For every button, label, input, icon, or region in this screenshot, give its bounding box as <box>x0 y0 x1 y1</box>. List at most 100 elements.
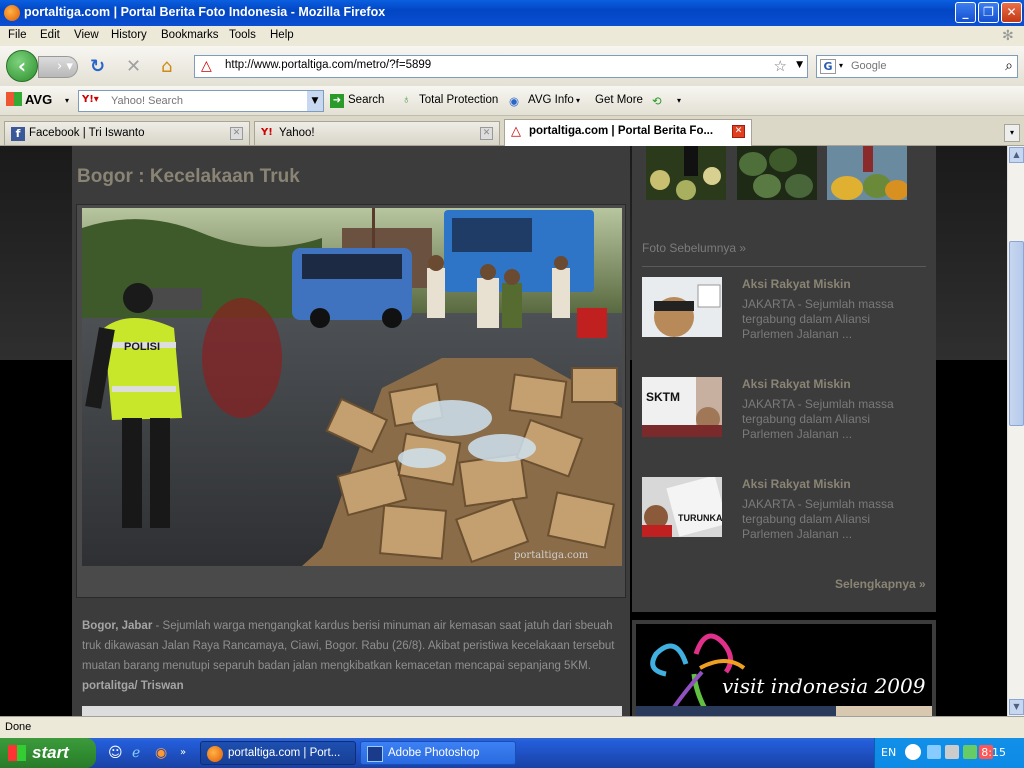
scrollbar-thumb[interactable] <box>1009 241 1024 426</box>
minimize-button[interactable]: _ <box>955 2 976 23</box>
url-input[interactable] <box>225 59 765 71</box>
main-photo[interactable]: POLISI portaltiga.com <box>82 208 622 566</box>
task-label: portaltiga.com | Port... <box>228 747 341 759</box>
warning-icon: △ <box>511 124 521 139</box>
yahoo-dropdown-icon[interactable]: ▼ <box>307 91 323 111</box>
menu-view[interactable]: View <box>74 29 99 41</box>
language-indicator[interactable]: EN <box>881 746 896 759</box>
thumbnail-image: TURUNKAN <box>642 477 722 537</box>
search-go-icon[interactable]: ➜ <box>330 94 344 108</box>
tray-expand-icon[interactable] <box>905 744 921 760</box>
related-item-title[interactable]: Aksi Rakyat Miskin <box>742 477 851 491</box>
windows-flag-icon <box>8 745 26 761</box>
scroll-up-button[interactable]: ▲ <box>1009 147 1024 163</box>
related-item-title[interactable]: Aksi Rakyat Miskin <box>742 377 851 391</box>
internet-explorer-icon[interactable]: ℯ <box>132 745 140 761</box>
related-item-thumbnail[interactable]: SKTM <box>642 377 722 437</box>
photoshop-icon <box>367 746 383 762</box>
facebook-icon: f <box>11 127 25 141</box>
menu-file[interactable]: File <box>8 29 27 41</box>
related-item-title[interactable]: Aksi Rakyat Miskin <box>742 277 851 291</box>
page-viewport: Bogor : Kecelakaan Truk POLISI portaltig… <box>0 146 1007 716</box>
close-window-button[interactable]: ✕ <box>1001 2 1022 23</box>
related-item[interactable]: SKTM Aksi Rakyat Miskin JAKARTA - Sejuml… <box>642 377 932 457</box>
display-icon[interactable] <box>945 745 959 759</box>
caption-credit: portalitga/ Triswan <box>82 680 184 692</box>
related-item-thumbnail[interactable]: TURUNKAN <box>642 477 722 537</box>
home-icon[interactable]: ⌂ <box>161 56 172 77</box>
url-dropdown-icon[interactable]: ▼ <box>796 60 803 70</box>
close-tab-icon[interactable]: ✕ <box>480 127 493 140</box>
thumbnail-image <box>642 277 722 337</box>
start-button[interactable]: start <box>0 738 96 768</box>
yahoo-search-box[interactable]: Y!▾ ▼ <box>78 90 324 112</box>
related-item[interactable]: Aksi Rakyat Miskin JAKARTA - Sejumlah ma… <box>642 277 932 357</box>
tab-yahoo[interactable]: Y! Yahoo! ✕ <box>254 121 500 145</box>
menu-history[interactable]: History <box>111 29 147 41</box>
search-input[interactable] <box>851 60 991 72</box>
stop-icon[interactable]: ✕ <box>126 56 141 77</box>
avg-info-button[interactable]: AVG Info <box>528 94 574 106</box>
more-link[interactable]: Selengkapnya » <box>835 577 926 591</box>
menu-tools[interactable]: Tools <box>229 29 256 41</box>
forward-button[interactable]: › ▾ <box>38 56 78 78</box>
back-button[interactable]: ‹ <box>6 50 38 82</box>
update-dropdown-icon[interactable]: ▾ <box>677 96 681 105</box>
close-tab-icon[interactable]: ✕ <box>732 125 745 138</box>
related-item-thumbnail[interactable] <box>642 277 722 337</box>
engine-dropdown-icon[interactable]: ▾ <box>839 61 843 70</box>
svg-text:TURUNKAN: TURUNKAN <box>678 513 722 523</box>
menu-bookmarks[interactable]: Bookmarks <box>161 29 219 41</box>
related-item[interactable]: TURUNKAN Aksi Rakyat Miskin JAKARTA - Se… <box>642 477 932 557</box>
status-text: Done <box>5 721 32 733</box>
visit-indonesia-logo <box>636 633 932 716</box>
close-tab-icon[interactable]: ✕ <box>230 127 243 140</box>
maximize-button[interactable]: ❐ <box>978 2 999 23</box>
google-icon[interactable]: G <box>820 59 836 74</box>
avg-dropdown-icon[interactable]: ▾ <box>65 96 69 105</box>
warning-icon: △ <box>201 58 212 74</box>
quicklaunch-expand-icon[interactable]: » <box>180 747 186 758</box>
total-protection-button[interactable]: Total Protection <box>419 94 498 106</box>
url-bar[interactable]: △ ☆ ▼ <box>194 55 808 78</box>
avg-logo[interactable]: AVG <box>6 92 52 107</box>
search-icon[interactable]: ⌕ <box>1005 58 1013 74</box>
task-photoshop[interactable]: Adobe Photoshop <box>360 741 516 765</box>
update-icon[interactable]: ⟲ <box>652 94 662 108</box>
navigation-toolbar: › ▾ ‹ ↻ ✕ ⌂ △ ☆ ▼ G ▾ ⌕ <box>0 46 1024 86</box>
clock[interactable]: 8:15 <box>981 746 1006 759</box>
avg-info-dropdown-icon[interactable]: ▾ <box>576 96 580 105</box>
avg-search-button[interactable]: Search <box>348 94 384 106</box>
visit-indonesia-banner[interactable]: visit indonesia 2009 <box>636 624 932 716</box>
firefox-icon <box>207 746 223 762</box>
banner-text: visit indonesia 2009 <box>722 674 926 698</box>
thumbnail-photo[interactable] <box>827 146 907 200</box>
sidebar-heading[interactable]: Foto Sebelumnya » <box>642 241 746 255</box>
thumbnail-image <box>646 146 726 200</box>
page-scrollbar[interactable]: ▲ ▼ <box>1007 146 1024 716</box>
scroll-down-button[interactable]: ▼ <box>1009 699 1024 715</box>
thumbnail-image <box>737 146 817 200</box>
thumbnail-photo[interactable] <box>737 146 817 200</box>
tab-label: Facebook | Tri Iswanto <box>29 127 145 139</box>
menu-edit[interactable]: Edit <box>40 29 60 41</box>
avg-tray-icon[interactable] <box>963 745 977 759</box>
tab-facebook[interactable]: f Facebook | Tri Iswanto ✕ <box>4 121 250 145</box>
reload-icon[interactable]: ↻ <box>90 56 105 77</box>
window-title: portaltiga.com | Portal Berita Foto Indo… <box>24 5 386 19</box>
task-firefox[interactable]: portaltiga.com | Port... <box>200 741 356 765</box>
menu-help[interactable]: Help <box>270 29 294 41</box>
bookmark-star-icon[interactable]: ☆ <box>774 57 787 75</box>
tab-portaltiga[interactable]: △ portaltiga.com | Portal Berita Fo... ✕ <box>504 119 752 146</box>
thumbnail-photo[interactable] <box>646 146 726 200</box>
caption-location: Bogor, Jabar <box>82 620 153 632</box>
network-icon[interactable] <box>927 745 941 759</box>
tab-list-button[interactable]: ▾ <box>1004 124 1020 142</box>
messenger-icon[interactable]: ☺ <box>108 745 123 761</box>
related-item-description: JAKARTA - Sejumlah massa tergabung dalam… <box>742 297 894 341</box>
search-bar[interactable]: G ▾ ⌕ <box>816 55 1018 78</box>
get-more-button[interactable]: Get More <box>595 94 643 106</box>
yahoo-search-input[interactable] <box>111 95 301 107</box>
firefox-quicklaunch-icon[interactable]: ◉ <box>155 745 167 761</box>
yahoo-icon: Y!▾ <box>82 94 99 105</box>
